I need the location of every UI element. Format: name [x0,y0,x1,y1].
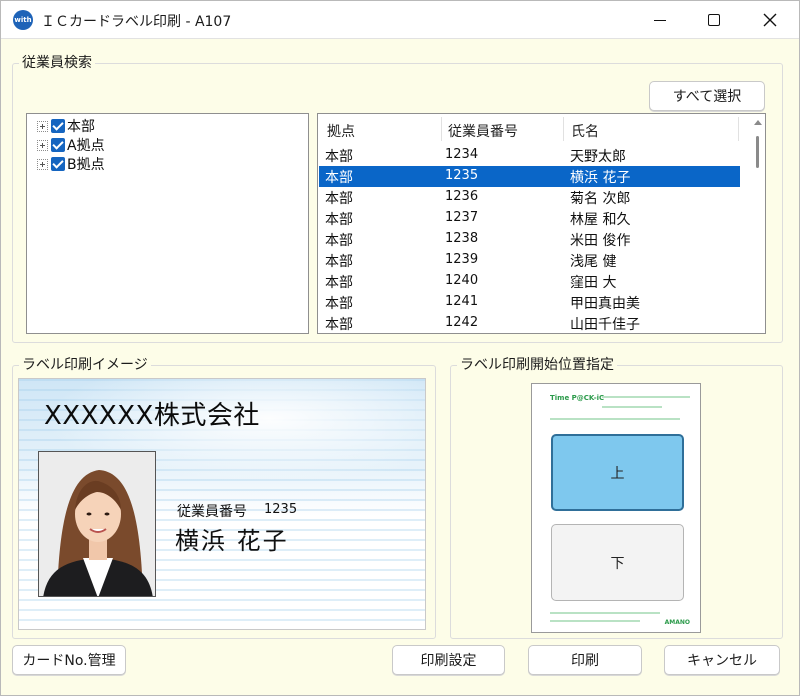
card-employee-number: 1235 [264,502,298,517]
checkbox-checked-icon[interactable] [51,138,65,152]
cell-base: 本部 [325,212,353,228]
cell-base: 本部 [325,170,353,186]
cell-base: 本部 [325,191,353,207]
cell-number: 1235 [445,168,479,183]
cell-name: 米田 俊作 [570,233,631,249]
print-button[interactable]: 印刷 [528,645,642,675]
label-preview-label: ラベル印刷イメージ [19,356,151,374]
id-card-preview: XXXXXX株式会社 従業員番号 1235 横浜 花子 [18,378,426,630]
table-row[interactable]: 本部 1242 山田千佳子 [319,313,740,333]
sheet-footer-line [550,620,640,622]
column-divider[interactable] [441,117,442,141]
cell-number: 1237 [445,210,479,225]
cell-name: 天野太郎 [570,149,626,165]
checkbox-checked-icon[interactable] [51,119,65,133]
minimize-button[interactable] [637,1,683,39]
cell-number: 1240 [445,273,479,288]
table-row[interactable]: 本部 1240 窪田 大 [319,271,740,292]
cell-base: 本部 [325,275,353,291]
cell-number: 1242 [445,315,479,330]
scroll-thumb[interactable] [756,136,759,168]
window-title: ＩＣカードラベル印刷 - A107 [41,14,232,30]
start-position-label: ラベル印刷開始位置指定 [457,356,617,374]
close-icon [763,13,777,27]
cell-name: 林屋 和久 [570,212,631,228]
tree-node-label: B拠点 [67,157,105,173]
card-company-name: XXXXXX株式会社 [44,401,260,431]
tree-node[interactable]: A拠点 [37,135,105,155]
scroll-up-arrow-icon[interactable] [754,120,762,125]
checkbox-checked-icon[interactable] [51,157,65,171]
cell-number: 1239 [445,252,479,267]
column-divider[interactable] [563,117,564,141]
tree-node-label: A拠点 [67,138,105,154]
cell-number: 1234 [445,147,479,162]
cell-number: 1241 [445,294,479,309]
tree-node[interactable]: 本部 [37,116,95,136]
tree-node-label: 本部 [67,119,95,135]
cell-name: 甲田真由美 [570,296,640,312]
column-header-base[interactable]: 拠点 [327,121,355,141]
expand-icon[interactable] [37,158,48,170]
sheet-brand: AMANO [664,619,690,626]
sheet-header-line [550,418,680,420]
cell-base: 本部 [325,296,353,312]
list-scrollbar[interactable] [751,114,765,333]
main-window: with ＩＣカードラベル印刷 - A107 従業員検索 すべて選択 本部 A拠… [0,0,800,696]
table-row[interactable]: 本部 1239 浅尾 健 [319,250,740,271]
print-settings-button[interactable]: 印刷設定 [392,645,505,675]
column-divider[interactable] [738,117,739,141]
cell-base: 本部 [325,317,353,333]
cell-name: 菊名 次郎 [570,191,631,207]
minimize-icon [654,19,666,21]
position-top-slot[interactable]: 上 [551,434,684,511]
employee-search-label: 従業員検索 [19,54,95,72]
card-employee-name: 横浜 花子 [175,527,289,555]
cell-number: 1238 [445,231,479,246]
table-row-selected[interactable]: 本部 1235 横浜 花子 [319,166,740,187]
cell-name: 窪田 大 [570,275,617,291]
card-employee-number-label: 従業員番号 [177,504,247,520]
expand-icon[interactable] [37,120,48,132]
base-tree: 本部 A拠点 B拠点 [26,113,309,334]
cell-number: 1236 [445,189,479,204]
sheet-header-line [602,396,690,398]
select-all-button[interactable]: すべて選択 [649,81,765,111]
table-row[interactable]: 本部 1241 甲田真由美 [319,292,740,313]
sheet-footer-line [550,612,660,614]
label-sheet: Time P@CK-iC 上 下 AMANO [531,383,701,633]
cell-base: 本部 [325,254,353,270]
expand-icon[interactable] [37,139,48,151]
cell-name: 横浜 花子 [570,170,631,186]
cell-base: 本部 [325,149,353,165]
title-bar: with ＩＣカードラベル印刷 - A107 [1,1,799,39]
portrait-photo-icon [39,452,155,596]
maximize-icon [708,14,720,26]
table-row[interactable]: 本部 1236 菊名 次郎 [319,187,740,208]
table-row[interactable]: 本部 1238 米田 俊作 [319,229,740,250]
column-header-number[interactable]: 従業員番号 [448,121,518,141]
employee-list: 拠点 従業員番号 氏名 本部 1234 天野太郎 本部 1235 横浜 花子 本… [317,113,766,334]
sheet-header-line [602,406,662,408]
cell-name: 浅尾 健 [570,254,617,270]
list-header: 拠点 従業員番号 氏名 [318,114,749,144]
table-row[interactable]: 本部 1237 林屋 和久 [319,208,740,229]
tree-node[interactable]: B拠点 [37,154,105,174]
maximize-button[interactable] [691,1,737,39]
card-no-management-button[interactable]: カードNo.管理 [12,645,126,675]
cancel-button[interactable]: キャンセル [664,645,780,675]
table-row[interactable]: 本部 1234 天野太郎 [319,145,740,166]
position-bottom-slot[interactable]: 下 [551,524,684,601]
sheet-logo: Time P@CK-iC [550,394,605,402]
cell-name: 山田千佳子 [570,317,640,333]
employee-photo [38,451,156,597]
cell-base: 本部 [325,233,353,249]
column-header-name[interactable]: 氏名 [571,121,599,141]
close-button[interactable] [747,1,793,39]
app-logo-icon: with [13,10,33,30]
